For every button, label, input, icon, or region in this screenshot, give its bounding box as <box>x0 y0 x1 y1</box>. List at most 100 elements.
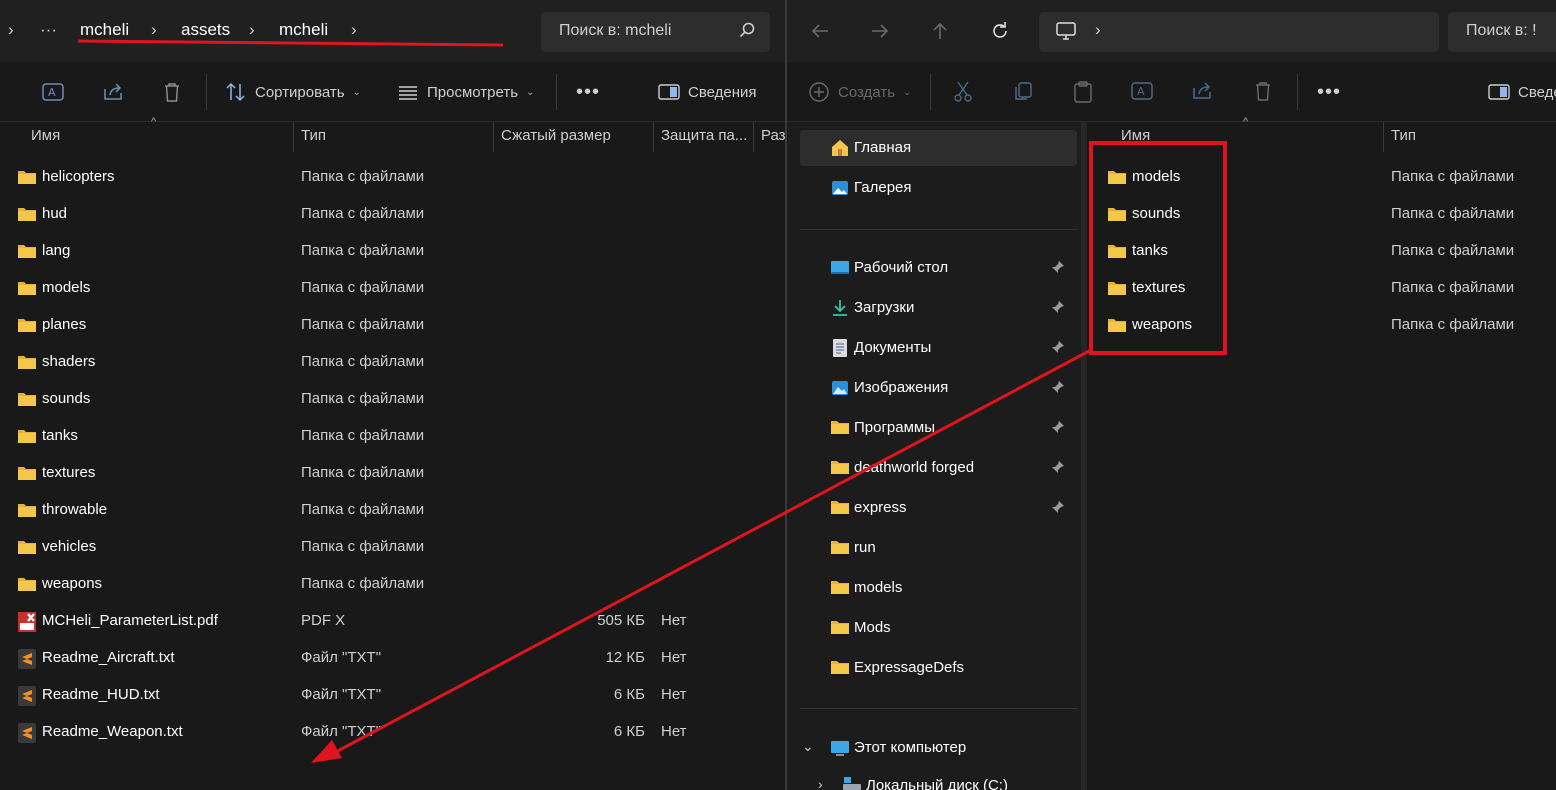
cut-icon[interactable] <box>952 80 974 104</box>
file-size: 505 КБ <box>597 612 645 629</box>
table-row[interactable]: models Папка с файлами <box>0 270 785 307</box>
more-options-icon[interactable]: ••• <box>1317 80 1341 104</box>
nav-item[interactable]: Загрузки <box>800 290 1077 326</box>
pin-icon[interactable] <box>1051 380 1065 394</box>
copy-icon[interactable] <box>1012 80 1034 104</box>
nav-item[interactable]: express <box>800 490 1077 526</box>
table-row[interactable]: sounds Папка с файлами <box>1090 196 1556 233</box>
table-row[interactable]: hud Папка с файлами <box>0 196 785 233</box>
create-button[interactable]: Создать ⌄ <box>808 80 911 104</box>
details-pane-button[interactable]: Сведения <box>658 80 757 104</box>
file-name: lang <box>42 242 71 259</box>
column-header-type[interactable]: Тип <box>1391 127 1416 155</box>
nav-item[interactable]: Mods <box>800 610 1077 646</box>
column-header-ratio[interactable]: Раз <box>761 127 785 155</box>
nav-item[interactable]: Изображения <box>800 370 1077 406</box>
pin-icon[interactable] <box>1051 420 1065 434</box>
column-header-compressed-size[interactable]: Сжатый размер <box>501 127 611 155</box>
share-icon[interactable] <box>1190 80 1214 102</box>
table-row[interactable]: shaders Папка с файлами <box>0 344 785 381</box>
nav-item[interactable]: ⌄ Этот компьютер <box>800 730 1077 766</box>
sort-button[interactable]: Сортировать ⌄ <box>225 80 361 104</box>
nav-item[interactable]: Главная <box>800 130 1077 166</box>
chevron-down-icon[interactable]: ⌄ <box>802 738 814 755</box>
rename-icon[interactable]: A <box>1130 80 1154 102</box>
chevron-right-icon[interactable]: › <box>351 20 357 40</box>
breadcrumb-item-mcheli-current[interactable]: mcheli <box>279 20 328 40</box>
table-row[interactable]: Readme_HUD.txt Файл "TXT" 6 КБ Нет <box>0 677 785 714</box>
pin-icon[interactable] <box>1051 500 1065 514</box>
nav-item[interactable]: › Локальный диск (C:) <box>812 768 1089 790</box>
breadcrumb-item-mcheli[interactable]: mcheli <box>80 20 129 40</box>
table-row[interactable]: models Папка с файлами <box>1090 159 1556 196</box>
partial-icon[interactable] <box>0 80 6 104</box>
search-input[interactable]: Поиск в: ! <box>1448 12 1556 52</box>
table-row[interactable]: planes Папка с файлами <box>0 307 785 344</box>
folder-icon <box>17 316 37 334</box>
nav-item[interactable]: ExpressageDefs <box>800 650 1077 686</box>
pin-icon[interactable] <box>1051 460 1065 474</box>
column-header-type[interactable]: Тип <box>301 127 326 155</box>
chevron-right-icon[interactable]: › <box>818 776 823 790</box>
table-row[interactable]: sounds Папка с файлами <box>0 381 785 418</box>
paste-icon[interactable] <box>1072 80 1094 104</box>
more-crumbs-button[interactable]: ··· <box>40 20 57 40</box>
table-row[interactable]: Readme_Weapon.txt Файл "TXT" 6 КБ Нет <box>0 714 785 751</box>
column-divider[interactable] <box>1383 122 1384 152</box>
table-row[interactable]: tanks Папка с файлами <box>1090 233 1556 270</box>
column-header-name[interactable]: Имя <box>31 127 60 155</box>
table-row[interactable]: MCHeli_ParameterList.pdf PDF X 505 КБ Нет <box>0 603 785 640</box>
table-row[interactable]: tanks Папка с файлами <box>0 418 785 455</box>
chevron-right-icon[interactable]: › <box>249 20 255 40</box>
share-icon[interactable] <box>101 80 125 104</box>
svg-text:A: A <box>48 86 56 99</box>
table-row[interactable]: weapons Папка с файлами <box>0 566 785 603</box>
chevron-right-icon[interactable]: › <box>8 20 14 40</box>
table-row[interactable]: Readme_Aircraft.txt Файл "TXT" 12 КБ Нет <box>0 640 785 677</box>
file-size: 12 КБ <box>605 649 645 666</box>
refresh-icon[interactable] <box>989 20 1011 42</box>
up-arrow-icon[interactable] <box>929 20 951 42</box>
address-field[interactable]: › <box>1039 12 1439 52</box>
pin-icon[interactable] <box>1051 300 1065 314</box>
nav-item[interactable]: Программы <box>800 410 1077 446</box>
table-row[interactable]: textures Папка с файлами <box>0 455 785 492</box>
nav-item[interactable]: run <box>800 530 1077 566</box>
column-divider[interactable] <box>493 122 494 152</box>
chevron-right-icon[interactable]: › <box>151 20 157 40</box>
forward-arrow-icon[interactable] <box>869 20 891 42</box>
chevron-right-icon[interactable]: › <box>1095 20 1101 40</box>
file-size: 6 КБ <box>613 686 645 703</box>
column-divider[interactable] <box>753 122 754 152</box>
table-row[interactable]: throwable Папка с файлами <box>0 492 785 529</box>
folder-icon <box>830 618 850 638</box>
breadcrumb-item-assets[interactable]: assets <box>181 20 230 40</box>
folder-icon <box>830 538 850 558</box>
column-header-name[interactable]: Имя <box>1121 127 1150 155</box>
view-button[interactable]: Просмотреть ⌄ <box>397 80 534 104</box>
navigation-scrollbar[interactable] <box>1081 122 1087 790</box>
file-type: Папка с файлами <box>301 316 425 333</box>
details-pane-button[interactable]: Сведе <box>1488 80 1556 104</box>
table-row[interactable]: weapons Папка с файлами <box>1090 307 1556 344</box>
table-row[interactable]: vehicles Папка с файлами <box>0 529 785 566</box>
column-divider[interactable] <box>293 122 294 152</box>
column-divider[interactable] <box>653 122 654 152</box>
nav-item[interactable]: deathworld forged <box>800 450 1077 486</box>
back-arrow-icon[interactable] <box>809 20 831 42</box>
delete-icon[interactable] <box>161 80 183 104</box>
column-header-protection[interactable]: Защита па... <box>661 127 747 155</box>
nav-item[interactable]: Галерея <box>800 170 1077 206</box>
pin-icon[interactable] <box>1051 260 1065 274</box>
table-row[interactable]: lang Папка с файлами <box>0 233 785 270</box>
nav-item[interactable]: Рабочий стол <box>800 250 1077 286</box>
rename-icon[interactable]: A <box>41 80 65 104</box>
table-row[interactable]: helicopters Папка с файлами <box>0 159 785 196</box>
nav-item[interactable]: Документы <box>800 330 1077 366</box>
table-row[interactable]: textures Папка с файлами <box>1090 270 1556 307</box>
nav-item[interactable]: models <box>800 570 1077 606</box>
pin-icon[interactable] <box>1051 340 1065 354</box>
search-input[interactable]: Поиск в: mcheli <box>541 12 770 52</box>
delete-icon[interactable] <box>1252 80 1274 102</box>
more-options-icon[interactable]: ••• <box>576 80 600 104</box>
